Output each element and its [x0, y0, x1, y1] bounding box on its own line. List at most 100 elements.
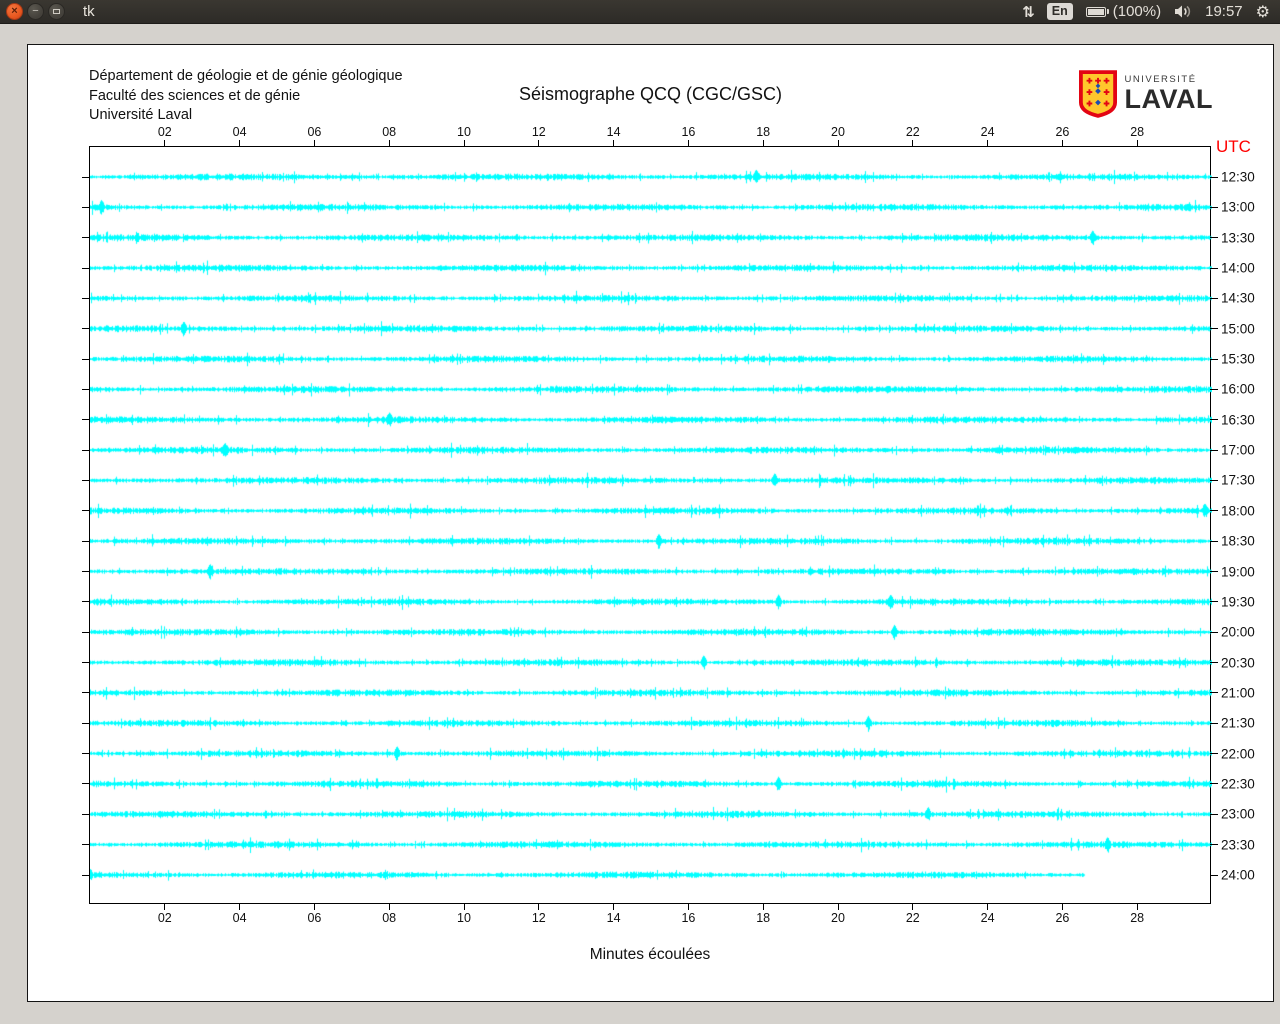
network-arrows-icon[interactable]: ⇅ — [1022, 3, 1035, 21]
minute-tick — [239, 903, 241, 910]
minute-tick-label: 08 — [382, 911, 397, 925]
row-tick-left — [82, 844, 90, 846]
utc-time-label: 21:00 — [1221, 685, 1255, 701]
minute-tick — [313, 903, 315, 910]
logo-laval-text: LAVAL — [1124, 84, 1213, 115]
row-tick-left — [82, 419, 90, 421]
minute-tick — [987, 140, 989, 147]
minute-tick — [613, 140, 615, 147]
clock-label[interactable]: 19:57 — [1205, 3, 1243, 20]
minute-tick — [837, 903, 839, 910]
minute-tick-label: 12 — [531, 125, 546, 139]
row-tick-left — [82, 206, 90, 208]
utc-time-label: 18:00 — [1221, 503, 1255, 519]
maximize-icon — [53, 9, 60, 14]
laval-shield-icon — [1078, 70, 1117, 118]
minute-tick-label: 14 — [606, 125, 621, 139]
row-tick-right — [1210, 358, 1218, 360]
utc-time-label: 18:30 — [1221, 533, 1255, 549]
utc-time-label: 13:00 — [1221, 199, 1255, 215]
row-tick-left — [82, 813, 90, 815]
close-button[interactable]: × — [6, 3, 23, 20]
logo-wordmark: UNIVERSITÉ LAVAL — [1125, 75, 1213, 114]
row-tick-left — [82, 874, 90, 876]
row-tick-left — [82, 692, 90, 694]
window-controls: × − — [6, 3, 65, 20]
utc-time-label: 12:30 — [1221, 169, 1255, 185]
minute-tick-label: 06 — [307, 911, 322, 925]
utc-time-label: 22:00 — [1221, 746, 1255, 762]
row-tick-left — [82, 237, 90, 239]
university-laval-logo: UNIVERSITÉ LAVAL — [1078, 70, 1213, 118]
row-tick-left — [82, 753, 90, 755]
row-tick-right — [1210, 449, 1218, 451]
row-tick-left — [82, 479, 90, 481]
row-tick-left — [82, 783, 90, 785]
utc-time-label: 15:30 — [1221, 351, 1255, 367]
utc-time-label: 15:00 — [1221, 321, 1255, 337]
utc-time-label: 14:30 — [1221, 290, 1255, 306]
row-tick-right — [1210, 601, 1218, 603]
minimize-button[interactable]: − — [27, 3, 44, 20]
minute-tick — [538, 903, 540, 910]
minute-tick — [837, 140, 839, 147]
minute-tick — [762, 903, 764, 910]
row-tick-left — [82, 388, 90, 390]
row-tick-right — [1210, 783, 1218, 785]
row-tick-right — [1210, 540, 1218, 542]
row-tick-right — [1210, 844, 1218, 846]
row-tick-right — [1210, 631, 1218, 633]
minute-tick-label: 22 — [905, 911, 920, 925]
seismograph-traces-canvas — [90, 147, 1212, 905]
minute-tick-label: 26 — [1055, 911, 1070, 925]
row-tick-right — [1210, 267, 1218, 269]
address-line-3: Université Laval — [89, 107, 193, 123]
minute-tick — [762, 140, 764, 147]
seismograph-plot: UTC 02 02 04 04 06 06 08 08 10 10 12 12 14 14 16 16 18 18… — [82, 125, 1255, 925]
minute-tick — [1061, 140, 1063, 147]
utc-time-label: 20:30 — [1221, 655, 1255, 671]
window-title: tk — [83, 3, 95, 20]
utc-time-label: 20:00 — [1221, 624, 1255, 640]
battery-indicator[interactable]: (100%) — [1085, 3, 1162, 20]
utc-time-label: 17:30 — [1221, 472, 1255, 488]
row-tick-left — [82, 328, 90, 330]
minute-tick-label: 16 — [681, 125, 696, 139]
utc-axis-title: UTC — [1216, 137, 1251, 156]
row-tick-right — [1210, 722, 1218, 724]
row-tick-right — [1210, 328, 1218, 330]
maximize-button[interactable] — [48, 3, 65, 20]
row-tick-left — [82, 722, 90, 724]
row-tick-right — [1210, 419, 1218, 421]
minute-tick — [1136, 903, 1138, 910]
row-tick-right — [1210, 753, 1218, 755]
utc-time-label: 19:30 — [1221, 594, 1255, 610]
row-tick-right — [1210, 176, 1218, 178]
row-tick-left — [82, 358, 90, 360]
utc-time-label: 16:00 — [1221, 381, 1255, 397]
minute-tick-label: 20 — [831, 911, 845, 925]
minute-tick-label: 04 — [232, 911, 247, 925]
minute-tick-label: 18 — [756, 125, 771, 139]
battery-percent-label: (100%) — [1112, 3, 1162, 20]
row-tick-right — [1210, 662, 1218, 664]
keyboard-layout-indicator[interactable]: En — [1046, 3, 1073, 20]
minute-tick — [463, 903, 465, 910]
minute-tick — [912, 903, 914, 910]
utc-time-label: 22:30 — [1221, 776, 1255, 792]
row-tick-right — [1210, 813, 1218, 815]
minute-tick — [912, 140, 914, 147]
row-tick-right — [1210, 237, 1218, 239]
utc-time-label: 16:30 — [1221, 412, 1255, 428]
row-tick-right — [1210, 479, 1218, 481]
utc-time-label: 23:30 — [1221, 837, 1255, 853]
system-panel: × − tk ⇅ En (100%) 19:57 ⚙ — [0, 0, 1280, 24]
session-gear-icon[interactable]: ⚙ — [1256, 2, 1270, 22]
minute-tick-label: 24 — [980, 911, 995, 925]
row-tick-right — [1210, 297, 1218, 299]
volume-indicator[interactable] — [1174, 4, 1192, 19]
row-tick-right — [1210, 571, 1218, 573]
minute-tick — [388, 903, 390, 910]
row-tick-left — [82, 571, 90, 573]
row-tick-right — [1210, 206, 1218, 208]
